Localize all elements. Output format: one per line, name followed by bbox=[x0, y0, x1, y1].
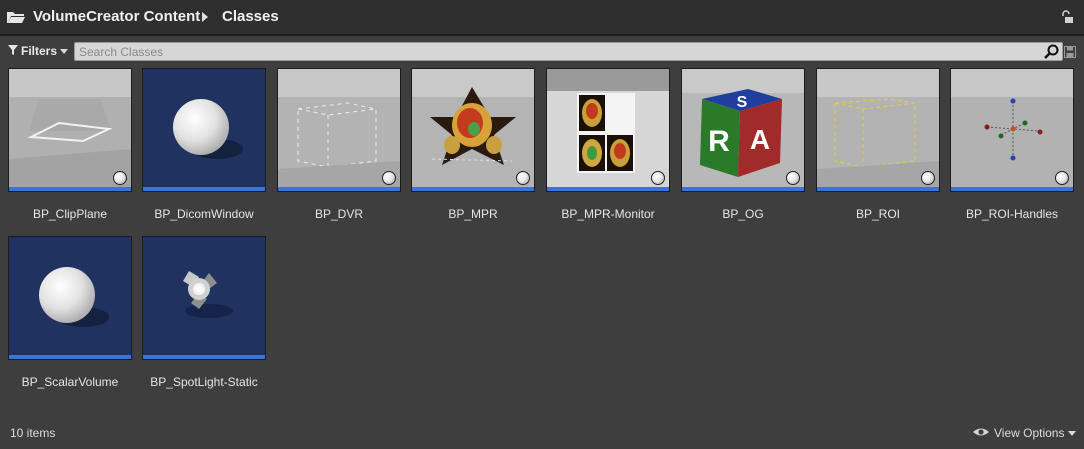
chevron-down-icon bbox=[60, 48, 69, 54]
asset-thumbnail bbox=[546, 68, 670, 192]
asset-thumbnail bbox=[142, 68, 266, 192]
blueprint-sphere-icon bbox=[921, 171, 935, 185]
search-icon[interactable] bbox=[1044, 44, 1059, 64]
roi-preview bbox=[817, 69, 939, 187]
asset-type-bar bbox=[951, 187, 1073, 191]
asset-tile[interactable]: BP_ScalarVolume bbox=[8, 236, 132, 389]
asset-type-bar bbox=[9, 355, 131, 359]
asset-name: BP_MPR-Monitor bbox=[561, 207, 655, 221]
blueprint-sphere-icon bbox=[786, 171, 800, 185]
asset-type-bar bbox=[143, 355, 265, 359]
asset-thumbnail bbox=[8, 68, 132, 192]
asset-tile[interactable]: BP_DVR bbox=[277, 68, 401, 221]
asset-type-bar bbox=[412, 187, 534, 191]
asset-name: BP_ROI-Handles bbox=[965, 207, 1059, 221]
search-box[interactable] bbox=[74, 42, 1063, 61]
mpr-preview bbox=[412, 69, 534, 187]
asset-type-bar bbox=[9, 187, 131, 191]
roi-handles-preview bbox=[951, 69, 1073, 187]
asset-name: BP_ScalarVolume bbox=[21, 375, 119, 389]
blueprint-sphere-icon bbox=[1055, 171, 1069, 185]
blueprint-sphere-icon bbox=[113, 171, 127, 185]
blueprint-sphere-icon bbox=[651, 171, 665, 185]
asset-thumbnail bbox=[277, 68, 401, 192]
asset-type-bar bbox=[143, 187, 265, 191]
filters-button[interactable]: Filters bbox=[8, 43, 69, 59]
folder-icon bbox=[6, 10, 26, 29]
breadcrumb-root[interactable]: VolumeCreator Content bbox=[33, 8, 200, 25]
asset-name: BP_MPR bbox=[448, 207, 498, 221]
asset-tile[interactable]: BP_SpotLight-Static bbox=[142, 236, 266, 389]
cube-side-letter: A bbox=[750, 124, 770, 155]
cube-top-letter: S bbox=[737, 94, 748, 111]
asset-name: BP_ClipPlane bbox=[32, 207, 108, 221]
chevron-down-icon bbox=[1068, 430, 1077, 436]
asset-tile[interactable]: BP_DicomWindow bbox=[142, 68, 266, 221]
search-input[interactable] bbox=[79, 43, 1029, 60]
asset-thumbnail bbox=[950, 68, 1074, 192]
asset-name: BP_ROI bbox=[855, 207, 900, 221]
save-search-icon[interactable] bbox=[1064, 45, 1076, 63]
eye-icon bbox=[972, 426, 990, 440]
blueprint-sphere-icon bbox=[382, 171, 396, 185]
filter-icon bbox=[8, 44, 18, 58]
asset-name: BP_SpotLight-Static bbox=[150, 375, 258, 389]
asset-tile[interactable]: BP_MPR bbox=[411, 68, 535, 221]
asset-name: BP_DicomWindow bbox=[154, 207, 254, 221]
asset-name: BP_OG bbox=[722, 207, 764, 221]
asset-tile[interactable]: S R A BP_OG bbox=[681, 68, 805, 221]
asset-thumbnail bbox=[8, 236, 132, 360]
dvr-preview bbox=[278, 69, 400, 187]
asset-thumbnail bbox=[142, 236, 266, 360]
asset-thumbnail: S R A bbox=[681, 68, 805, 192]
asset-tile[interactable]: BP_ROI-Handles bbox=[950, 68, 1074, 221]
orientation-cube-preview: S R A bbox=[682, 69, 804, 187]
blueprint-sphere-icon bbox=[516, 171, 530, 185]
sphere-preview bbox=[9, 237, 131, 355]
filters-label: Filters bbox=[21, 44, 58, 58]
asset-name: BP_DVR bbox=[314, 207, 364, 221]
asset-thumbnail bbox=[411, 68, 535, 192]
item-count: 10 items bbox=[10, 426, 56, 440]
asset-type-bar bbox=[817, 187, 939, 191]
clip-plane-preview bbox=[9, 69, 131, 187]
lock-icon[interactable] bbox=[1060, 10, 1074, 29]
breadcrumb-current[interactable]: Classes bbox=[222, 8, 279, 25]
asset-type-bar bbox=[547, 187, 669, 191]
asset-tile[interactable]: BP_MPR-Monitor bbox=[546, 68, 670, 221]
asset-type-bar bbox=[682, 187, 804, 191]
cube-front-letter: R bbox=[708, 125, 730, 158]
asset-type-bar bbox=[278, 187, 400, 191]
mpr-monitor-preview bbox=[547, 69, 669, 187]
spotlight-preview bbox=[143, 237, 265, 355]
asset-tile[interactable]: BP_ClipPlane bbox=[8, 68, 132, 221]
view-options-button[interactable]: View Options bbox=[972, 426, 1077, 440]
breadcrumb-arrow-icon[interactable] bbox=[202, 12, 208, 22]
content-browser-header: VolumeCreator Content Classes bbox=[0, 0, 1084, 34]
header-divider bbox=[0, 34, 1084, 36]
asset-tile[interactable]: BP_ROI bbox=[816, 68, 940, 221]
asset-thumbnail bbox=[816, 68, 940, 192]
view-options-label: View Options bbox=[994, 426, 1065, 440]
sphere-preview bbox=[143, 69, 265, 187]
